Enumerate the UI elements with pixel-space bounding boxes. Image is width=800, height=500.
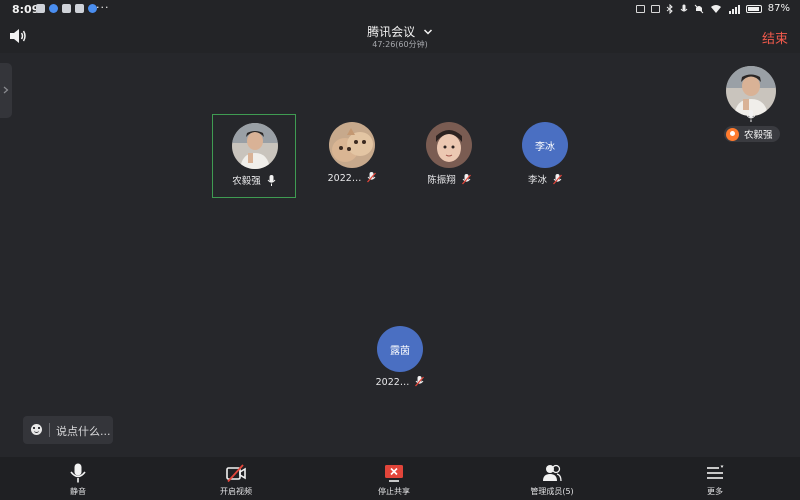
mic-muted-icon bbox=[367, 172, 377, 183]
chat-placeholder: 说点什么... bbox=[56, 425, 111, 438]
participant-name: 农毅强 bbox=[232, 176, 261, 187]
stop-share-label: 停止共享 bbox=[378, 487, 410, 496]
wifi-icon bbox=[710, 4, 721, 13]
meeting-title[interactable]: 腾讯会议 bbox=[0, 23, 800, 40]
chat-input[interactable]: 说点什么... bbox=[23, 416, 113, 444]
meeting-toolbar: 静音 开启视频 停止共享 管理成员(5) 更多 bbox=[0, 457, 800, 500]
app-notification-icon bbox=[62, 4, 71, 13]
mute-label: 静音 bbox=[70, 487, 86, 496]
participant-name: 陈振翔 bbox=[427, 175, 456, 186]
silent-icon bbox=[694, 4, 704, 13]
members-icon bbox=[543, 464, 562, 482]
manage-members-button[interactable]: 管理成员(5) bbox=[512, 457, 592, 500]
end-meeting-button[interactable]: 结束 bbox=[762, 28, 788, 47]
hd-icon bbox=[635, 4, 645, 13]
mute-button[interactable]: 静音 bbox=[38, 457, 118, 500]
participant-avatar bbox=[426, 122, 472, 168]
mic-icon bbox=[70, 463, 86, 483]
participant-name-row: 李冰 bbox=[503, 172, 587, 186]
participant-name-row: 2022… bbox=[358, 376, 442, 388]
status-bar: 8:09 ··· 87% bbox=[0, 0, 800, 20]
mic-icon bbox=[746, 110, 756, 122]
mic-status-icon bbox=[680, 4, 688, 11]
more-button[interactable]: 更多 bbox=[675, 457, 755, 500]
battery-icon bbox=[745, 4, 762, 13]
self-name: 农毅强 bbox=[744, 130, 773, 141]
participant-tile[interactable]: 李冰 李冰 bbox=[503, 114, 587, 198]
stop-share-button[interactable]: 停止共享 bbox=[354, 457, 434, 500]
mic-muted-icon bbox=[461, 174, 471, 185]
more-notifications-icon: ··· bbox=[96, 1, 110, 14]
more-label: 更多 bbox=[707, 487, 723, 496]
nfc-icon bbox=[650, 4, 660, 13]
participant-name-row: 2022… bbox=[310, 172, 394, 184]
more-menu-icon bbox=[707, 465, 724, 479]
self-view[interactable]: 农毅强 bbox=[722, 66, 780, 146]
participant-tile[interactable]: 2022… bbox=[310, 114, 394, 198]
participant-tile[interactable]: 露茵 2022… bbox=[358, 318, 442, 402]
participant-avatar: 李冰 bbox=[522, 122, 568, 168]
emoji-icon[interactable] bbox=[31, 424, 42, 435]
self-avatar bbox=[726, 66, 776, 116]
start-video-button[interactable]: 开启视频 bbox=[196, 457, 276, 500]
video-off-icon bbox=[226, 464, 246, 483]
participant-tile[interactable]: 农毅强 bbox=[212, 114, 296, 198]
host-badge-icon bbox=[726, 127, 739, 141]
meeting-screen: 8:09 ··· 87% 腾讯会议 47:26(60分钟) 结束 农毅强 202… bbox=[0, 0, 800, 500]
app-notification-icon bbox=[49, 4, 58, 13]
meeting-timer: 47:26(60分钟) bbox=[372, 40, 428, 49]
participant-avatar bbox=[232, 123, 278, 169]
mic-muted-icon bbox=[553, 174, 563, 185]
start-video-label: 开启视频 bbox=[220, 487, 252, 496]
meeting-title-text: 腾讯会议 bbox=[367, 25, 416, 39]
participant-avatar bbox=[329, 122, 375, 168]
battery-percent: 87% bbox=[767, 3, 790, 14]
participant-avatar: 露茵 bbox=[377, 326, 423, 372]
participant-name: 2022… bbox=[375, 377, 410, 388]
side-panel-toggle[interactable] bbox=[0, 63, 12, 118]
manage-members-label: 管理成员(5) bbox=[530, 487, 574, 496]
notification-icons bbox=[36, 4, 97, 13]
mic-muted-icon bbox=[415, 376, 425, 387]
app-notification-icon bbox=[75, 4, 84, 13]
system-status-icons: 87% bbox=[635, 3, 790, 14]
participant-name-row: 农毅强 bbox=[213, 173, 295, 187]
stop-share-icon bbox=[385, 465, 403, 482]
participant-name: 2022… bbox=[327, 173, 362, 184]
participant-name-row: 陈振翔 bbox=[407, 172, 491, 186]
meeting-header: 腾讯会议 47:26(60分钟) 结束 bbox=[0, 20, 800, 53]
chevron-down-icon bbox=[423, 29, 432, 35]
self-name-tag: 农毅强 bbox=[724, 126, 780, 142]
signal-icon bbox=[728, 4, 740, 14]
participant-name: 李冰 bbox=[527, 175, 547, 186]
app-notification-icon bbox=[36, 4, 45, 13]
participant-tile[interactable]: 陈振翔 bbox=[407, 114, 491, 198]
divider bbox=[49, 423, 50, 437]
mic-icon bbox=[267, 175, 276, 186]
chevron-right-icon bbox=[3, 86, 9, 94]
bluetooth-icon bbox=[666, 3, 673, 14]
